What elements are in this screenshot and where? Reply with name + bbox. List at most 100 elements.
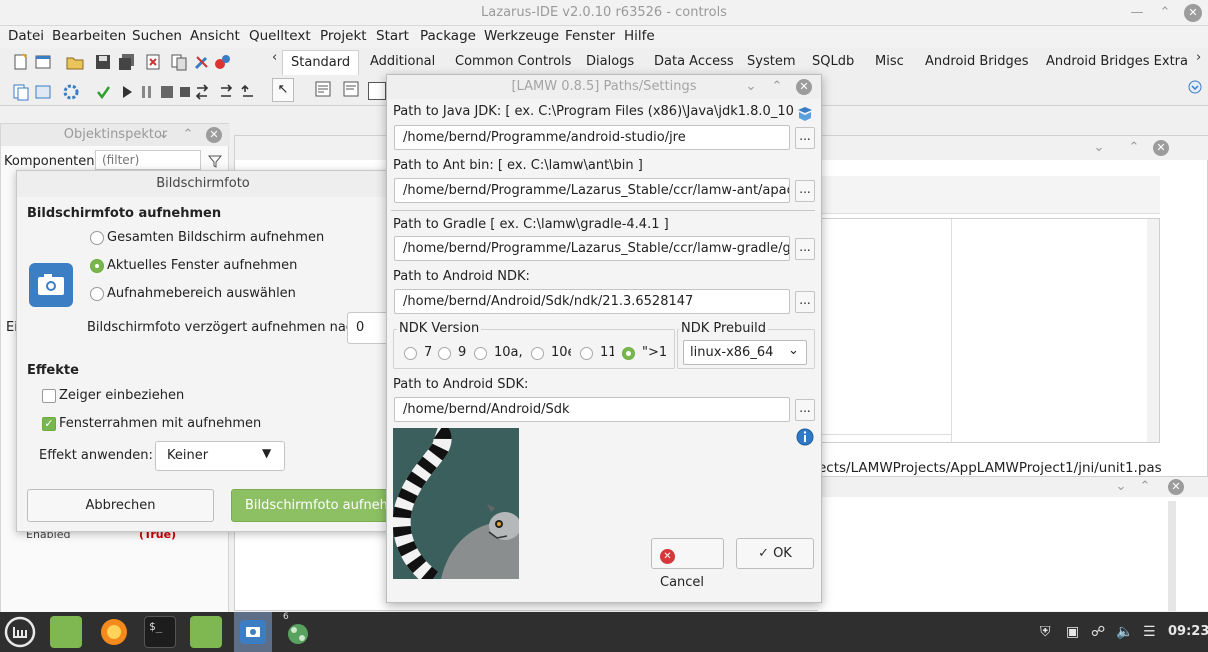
include-pointer-checkbox[interactable]	[42, 389, 56, 403]
menu-fenster[interactable]: Fenster	[565, 28, 615, 44]
step-out-icon[interactable]	[240, 83, 258, 101]
editor-scrollbar[interactable]	[1147, 219, 1159, 442]
save-all-icon[interactable]	[118, 53, 136, 71]
component-mainmenu-icon[interactable]	[314, 80, 332, 98]
save-icon[interactable]	[94, 53, 112, 71]
view-forms-icon[interactable]	[34, 83, 52, 101]
terminal-icon[interactable]: $_	[144, 616, 176, 648]
sdk-input[interactable]: /home/bernd/Android/Sdk	[394, 397, 790, 422]
messages-minimize-icon[interactable]: ⌄	[1112, 478, 1130, 496]
ndk-version-radio-7[interactable]	[404, 347, 417, 360]
tab-android-bridges-extra[interactable]: Android Bridges Extra	[1046, 50, 1188, 75]
clock[interactable]: 09:23	[1168, 624, 1208, 639]
tab-standard[interactable]: Standard	[282, 50, 360, 75]
menu-datei[interactable]: Datei	[8, 28, 44, 44]
display-icon[interactable]: ▣	[1066, 624, 1079, 640]
lamw-ok-button[interactable]: ✓ OK	[736, 538, 814, 569]
tab-additional[interactable]: Additional	[370, 50, 435, 75]
open-icon[interactable]	[66, 53, 84, 71]
ndk-version-radio-11[interactable]	[580, 347, 593, 360]
screenshot-app-active[interactable]	[234, 612, 272, 652]
tab-data-access[interactable]: Data Access	[654, 50, 734, 75]
tab-misc[interactable]: Misc	[875, 50, 904, 75]
lamw-cancel-button[interactable]: ✕ Cancel	[651, 538, 724, 590]
menu-werkzeuge[interactable]: Werkzeuge	[484, 28, 559, 44]
volume-icon[interactable]: 🔈	[1116, 624, 1133, 640]
code-area[interactable]	[820, 218, 1160, 443]
gradle-browse-button[interactable]: ...	[795, 238, 815, 260]
play-icon[interactable]	[118, 83, 136, 101]
toggle-form-icon[interactable]	[170, 53, 188, 71]
palette-scroll-right-icon[interactable]: ›	[1196, 50, 1201, 65]
firefox-icon[interactable]	[98, 616, 130, 648]
build-mode-icon[interactable]	[62, 83, 80, 101]
component-button-icon[interactable]	[368, 82, 386, 100]
tab-system[interactable]: System	[747, 50, 795, 75]
java-jdk-input[interactable]: /home/bernd/Programme/android-studio/jre	[394, 125, 790, 150]
oi-maximize-icon[interactable]: ⌃	[179, 126, 197, 144]
tab-android-bridges[interactable]: Android Bridges	[925, 50, 1029, 75]
screenshot-cancel-button[interactable]: Abbrechen	[27, 489, 214, 522]
network-icon[interactable]: ☍	[1091, 624, 1105, 640]
messages-maximize-icon[interactable]: ⌃	[1136, 478, 1154, 496]
editor-maximize-icon[interactable]: ⌃	[1125, 139, 1143, 157]
radio-select-area[interactable]	[90, 287, 104, 301]
palette-menu-icon[interactable]	[1186, 78, 1204, 96]
minimize-icon[interactable]: —	[1128, 4, 1146, 22]
files-icon[interactable]	[50, 616, 82, 648]
package-icon[interactable]	[214, 53, 232, 71]
editor-minimize-icon[interactable]: ⌄	[1090, 139, 1108, 157]
tab-sqldb[interactable]: SQLdb	[812, 50, 854, 75]
selection-tool-icon[interactable]: ↖	[272, 78, 294, 102]
ant-bin-input[interactable]: /home/bernd/Programme/Lazarus_Stable/ccr…	[394, 178, 790, 203]
components-filter-input[interactable]	[95, 150, 201, 170]
oi-close-icon[interactable]: ✕	[206, 127, 222, 143]
ndk-prebuild-select[interactable]: linux-x86_64 ⌄	[683, 340, 807, 365]
menu-hilfe[interactable]: Hilfe	[624, 28, 655, 44]
take-screenshot-button[interactable]: Bildschirmfoto aufnehmen	[231, 489, 391, 522]
menu-quelltext[interactable]: Quelltext	[249, 28, 311, 44]
close-icon[interactable]: ✕	[1184, 4, 1202, 22]
menu-ansicht[interactable]: Ansicht	[190, 28, 240, 44]
oi-minimize-icon[interactable]: ⌄	[155, 126, 173, 144]
radio-whole-screen[interactable]	[90, 231, 104, 245]
step-over-icon[interactable]	[218, 83, 236, 101]
new-form-icon[interactable]	[34, 53, 52, 71]
menu-package[interactable]: Package	[420, 28, 476, 44]
filter-icon[interactable]	[207, 153, 223, 169]
stop-icon[interactable]	[158, 83, 176, 101]
run-icon[interactable]	[94, 83, 112, 101]
tab-dialogs[interactable]: Dialogs	[586, 50, 634, 75]
effect-select[interactable]: Keiner ▼	[155, 441, 285, 471]
component-popupmenu-icon[interactable]	[342, 80, 360, 98]
menu-suchen[interactable]: Suchen	[132, 28, 182, 44]
lamw-maximize-icon[interactable]: ⌃	[768, 78, 786, 96]
radio-current-window[interactable]	[90, 259, 104, 273]
messages-close-icon[interactable]: ✕	[1168, 479, 1184, 495]
stop-square-icon[interactable]	[176, 83, 194, 101]
step-into-icon[interactable]	[194, 83, 212, 101]
start-menu-icon[interactable]	[4, 616, 36, 648]
gradle-input[interactable]: /home/bernd/Programme/Lazarus_Stable/ccr…	[394, 236, 790, 261]
ndk-version-radio-gt11[interactable]	[622, 347, 635, 360]
tools-icon[interactable]	[193, 53, 211, 71]
info-book-icon[interactable]	[796, 105, 814, 123]
new-file-icon[interactable]	[12, 53, 30, 71]
lamw-close-icon[interactable]: ✕	[796, 79, 812, 95]
ndk-input[interactable]: /home/bernd/Android/Sdk/ndk/21.3.6528147	[394, 289, 790, 314]
ndk-version-radio-10a[interactable]	[474, 347, 487, 360]
close-file-icon[interactable]	[144, 53, 162, 71]
ndk-version-radio-10e[interactable]	[531, 347, 544, 360]
maximize-icon[interactable]: ⌃	[1156, 4, 1174, 22]
delay-input[interactable]: 0	[347, 312, 391, 344]
include-border-checkbox[interactable]: ✓	[42, 417, 56, 431]
folder-icon[interactable]	[190, 616, 222, 648]
info-icon[interactable]	[796, 428, 814, 446]
messages-scrollbar[interactable]	[1168, 501, 1176, 611]
menu-bearbeiten[interactable]: Bearbeiten	[52, 28, 126, 44]
palette-scroll-left-icon[interactable]: ‹	[272, 50, 277, 65]
menu-projekt[interactable]: Projekt	[320, 28, 367, 44]
menu-start[interactable]: Start	[376, 28, 409, 44]
ndk-browse-button[interactable]: ...	[795, 291, 815, 313]
clipboard-icon[interactable]: ☰	[1143, 624, 1156, 640]
